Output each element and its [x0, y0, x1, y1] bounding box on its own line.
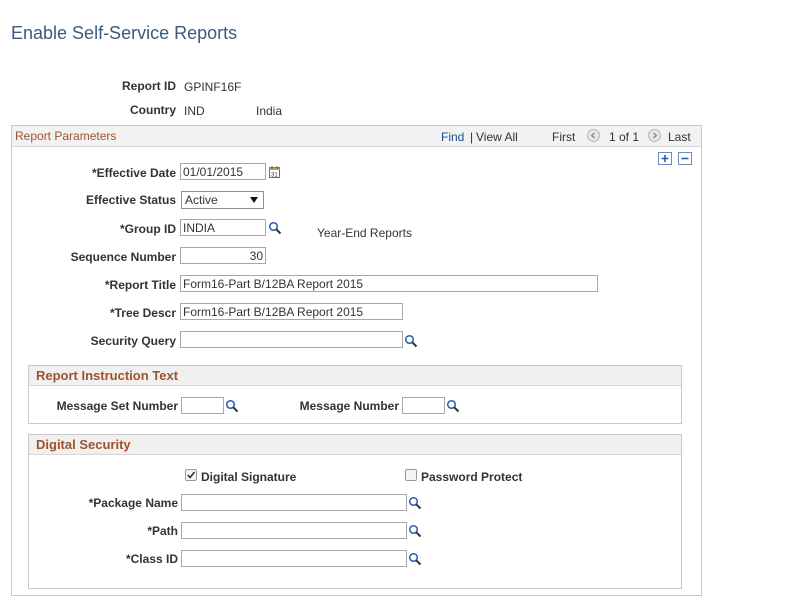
security-query-field[interactable]: [180, 331, 403, 348]
next-row-button[interactable]: [648, 129, 661, 142]
path-field[interactable]: [181, 522, 407, 539]
delete-row-button[interactable]: [678, 152, 692, 165]
tree-descr-field[interactable]: [180, 303, 403, 320]
chevron-left-icon: [590, 132, 595, 139]
report-instruction-panel: Report Instruction Text: [28, 365, 682, 424]
package-name-search-icon[interactable]: [408, 496, 424, 512]
digital-signature-label: Digital Signature: [201, 470, 297, 484]
password-protect-checkbox[interactable]: [405, 469, 417, 481]
digital-security-header: Digital Security: [29, 435, 681, 455]
message-number-search-icon[interactable]: [446, 399, 462, 415]
report-instruction-header: Report Instruction Text: [29, 366, 681, 386]
svg-text:31: 31: [271, 173, 278, 179]
class-id-field[interactable]: [181, 550, 407, 567]
message-number-label: Message Number: [299, 399, 399, 413]
effective-date-field[interactable]: [180, 163, 266, 180]
group-id-field[interactable]: [180, 219, 266, 236]
sequence-number-field[interactable]: [180, 247, 266, 264]
nav-separator: |: [470, 130, 474, 144]
tree-descr-label: *Tree Descr: [109, 306, 176, 320]
class-id-search-icon[interactable]: [408, 552, 424, 568]
path-label: *Path: [147, 524, 178, 538]
effective-status-select[interactable]: Active: [181, 191, 264, 209]
effective-date-label: *Effective Date: [91, 166, 176, 180]
report-title-label: *Report Title: [104, 278, 176, 292]
previous-row-button[interactable]: [587, 129, 600, 142]
effective-status-value: Active: [185, 193, 218, 207]
package-name-label: *Package Name: [88, 496, 178, 510]
report-parameters-title: Report Parameters: [15, 129, 117, 143]
security-query-search-icon[interactable]: [404, 334, 420, 350]
report-title-field[interactable]: [180, 275, 598, 292]
row-count: 1 of 1: [609, 130, 640, 144]
add-row-button[interactable]: [658, 152, 672, 165]
view-all-link[interactable]: View All: [476, 130, 518, 144]
group-id-search-icon[interactable]: [268, 221, 284, 237]
dropdown-arrow-icon: [250, 197, 258, 203]
checkmark-icon: [187, 471, 196, 479]
path-search-icon[interactable]: [408, 524, 424, 540]
plus-icon: [661, 155, 669, 162]
report-id-value: GPINF16F: [184, 80, 242, 94]
report-instruction-title: Report Instruction Text: [36, 368, 179, 383]
page-title: Enable Self-Service Reports: [11, 23, 238, 43]
effective-status-label: Effective Status: [85, 193, 176, 207]
sequence-number-label: Sequence Number: [70, 250, 176, 264]
digital-signature-checkbox[interactable]: [185, 469, 197, 481]
country-name: India: [256, 104, 283, 118]
digital-security-title: Digital Security: [36, 437, 131, 452]
package-name-field[interactable]: [181, 494, 407, 511]
calendar-icon[interactable]: 31: [268, 165, 284, 181]
chevron-right-icon: [653, 132, 658, 139]
message-number-field[interactable]: [402, 397, 445, 414]
country-label: Country: [130, 103, 176, 117]
first-label: First: [552, 130, 576, 144]
security-query-label: Security Query: [90, 334, 176, 348]
group-id-description: Year-End Reports: [317, 226, 412, 240]
find-link[interactable]: Find: [441, 130, 464, 144]
minus-icon: [681, 157, 689, 160]
country-code: IND: [184, 104, 205, 118]
report-parameters-header: Report Parameters Find | View All First …: [12, 126, 701, 147]
last-label: Last: [668, 130, 691, 144]
message-set-number-field[interactable]: [181, 397, 224, 414]
class-id-label: *Class ID: [125, 552, 178, 566]
group-id-label: *Group ID: [120, 222, 176, 236]
password-protect-label: Password Protect: [421, 470, 523, 484]
message-set-search-icon[interactable]: [225, 399, 241, 415]
report-id-label: Report ID: [122, 79, 176, 93]
message-set-number-label: Message Set Number: [56, 399, 178, 413]
